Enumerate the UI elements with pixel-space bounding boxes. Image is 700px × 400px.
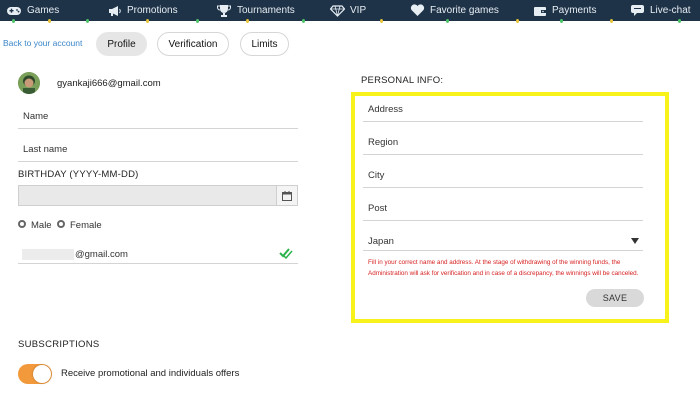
nav-item-games-label: Games xyxy=(27,5,60,16)
city-placeholder: City xyxy=(368,170,385,181)
nav-item-games[interactable]: Games xyxy=(6,0,59,21)
region-placeholder: Region xyxy=(368,137,399,148)
nav-item-promotions[interactable]: Promotions xyxy=(108,0,178,21)
promo-offers-label: Receive promotional and individuals offe… xyxy=(61,368,240,379)
back-to-account-link[interactable]: Back to your account xyxy=(3,38,82,48)
personal-info-title: PERSONAL INFO: xyxy=(361,75,444,86)
megaphone-icon xyxy=(109,5,121,16)
email-masked-part xyxy=(22,249,74,260)
promo-offers-toggle[interactable] xyxy=(18,364,52,384)
wallet-icon xyxy=(534,6,546,16)
account-email: gyankaji666@gmail.com xyxy=(57,78,161,89)
birthday-label: BIRTHDAY (YYYY-MM-DD) xyxy=(18,169,139,180)
address-field[interactable]: Address xyxy=(363,99,643,122)
post-field[interactable]: Post xyxy=(363,198,643,221)
nav-item-vip[interactable]: VIP xyxy=(330,0,366,21)
subscriptions-title: SUBSCRIPTIONS xyxy=(18,339,100,350)
gender-male-label: Male xyxy=(31,220,52,231)
address-placeholder: Address xyxy=(368,104,403,115)
gender-female-label: Female xyxy=(70,220,102,231)
name-placeholder: Name xyxy=(23,111,49,122)
chat-icon xyxy=(631,5,644,16)
nav-item-tournaments[interactable]: Tournaments xyxy=(216,0,295,21)
post-placeholder: Post xyxy=(368,203,388,214)
top-navigation: Games Promotions Tournaments VIP Favorit… xyxy=(0,0,700,24)
nav-item-payments[interactable]: Payments xyxy=(533,0,596,21)
nav-item-vip-label: VIP xyxy=(350,5,367,16)
nav-item-favorite-games[interactable]: Favorite games xyxy=(410,0,499,21)
name-field[interactable]: Name xyxy=(18,106,298,129)
city-field[interactable]: City xyxy=(363,165,643,188)
country-value: Japan xyxy=(368,236,394,247)
gender-male-radio[interactable] xyxy=(18,220,26,228)
calendar-button[interactable] xyxy=(276,186,297,205)
country-select[interactable]: Japan xyxy=(363,231,643,251)
nav-item-live-chat-label: Live-chat xyxy=(650,5,691,16)
gender-female-radio[interactable] xyxy=(57,220,65,228)
tab-profile[interactable]: Profile xyxy=(96,32,147,56)
diamond-icon xyxy=(330,4,345,17)
heart-icon xyxy=(410,4,425,16)
email-suffix: @gmail.com xyxy=(75,249,128,260)
avatar[interactable] xyxy=(18,72,40,94)
save-button[interactable]: SAVE xyxy=(586,289,644,307)
festive-lights-decoration xyxy=(0,19,700,24)
address-warning-text: Fill in your correct name and address. A… xyxy=(368,259,639,277)
gamepad-icon xyxy=(7,7,21,15)
nav-item-promotions-label: Promotions xyxy=(127,5,178,16)
avatar-character-icon xyxy=(18,72,40,94)
last-name-placeholder: Last name xyxy=(23,144,68,155)
nav-item-live-chat[interactable]: Live-chat xyxy=(630,0,691,21)
nav-item-tournaments-label: Tournaments xyxy=(237,5,295,16)
nav-item-favorite-games-label: Favorite games xyxy=(430,5,499,16)
tab-verification[interactable]: Verification xyxy=(157,32,229,56)
birthday-input[interactable] xyxy=(18,185,298,206)
verified-check-icon xyxy=(279,246,293,264)
trophy-icon xyxy=(217,4,231,17)
last-name-field[interactable]: Last name xyxy=(18,139,298,162)
toggle-knob xyxy=(33,365,51,383)
region-field[interactable]: Region xyxy=(363,132,643,155)
nav-item-payments-label: Payments xyxy=(552,5,597,16)
tab-limits[interactable]: Limits xyxy=(240,32,289,56)
chevron-down-icon xyxy=(631,238,639,244)
calendar-icon xyxy=(282,190,292,201)
